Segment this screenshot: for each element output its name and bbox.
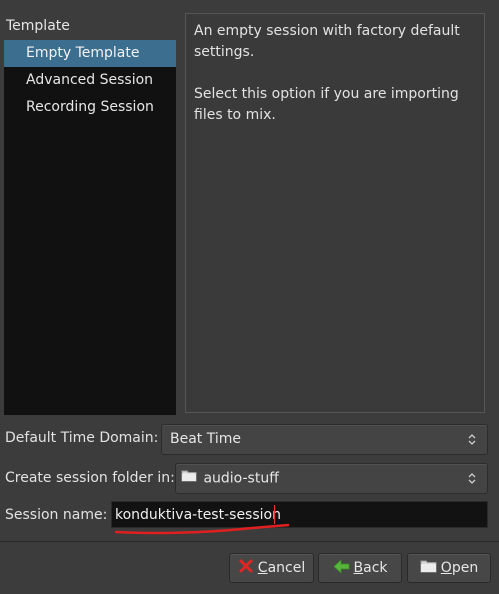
time-domain-label: Default Time Domain:	[5, 430, 159, 446]
template-item-advanced[interactable]: Advanced Session	[4, 67, 176, 94]
template-header: Template	[6, 18, 70, 34]
cancel-button[interactable]: Cancel	[229, 553, 314, 583]
template-item-empty[interactable]: Empty Template	[4, 40, 176, 67]
folder-icon	[181, 464, 197, 493]
template-list[interactable]: Empty Template Advanced Session Recordin…	[4, 40, 176, 415]
cancel-label: Cancel	[257, 560, 306, 576]
open-label: Open	[440, 560, 479, 576]
description-line-1: An empty session with factory default se…	[194, 23, 460, 60]
session-name-label: Session name:	[5, 507, 108, 523]
green-left-arrow-icon	[332, 558, 350, 578]
red-underline-annotation	[114, 523, 290, 535]
folder-icon	[420, 559, 437, 577]
red-x-icon	[238, 558, 254, 578]
description-line-2: Select this option if you are importing …	[194, 86, 459, 123]
time-domain-value: Beat Time	[170, 431, 241, 447]
folder-label: Create session folder in:	[5, 470, 175, 486]
template-item-recording[interactable]: Recording Session	[4, 94, 176, 121]
back-label: Back	[353, 560, 388, 576]
open-button[interactable]: Open	[407, 553, 491, 583]
back-button[interactable]: Back	[318, 553, 402, 583]
folder-value: audio-stuff	[203, 470, 279, 487]
up-down-chevron-icon	[467, 425, 479, 454]
time-domain-select[interactable]: Beat Time	[161, 424, 488, 455]
up-down-chevron-icon	[467, 464, 479, 493]
template-description: An empty session with factory default se…	[185, 13, 485, 413]
separator	[0, 541, 499, 542]
folder-select[interactable]: audio-stuff	[175, 463, 488, 494]
